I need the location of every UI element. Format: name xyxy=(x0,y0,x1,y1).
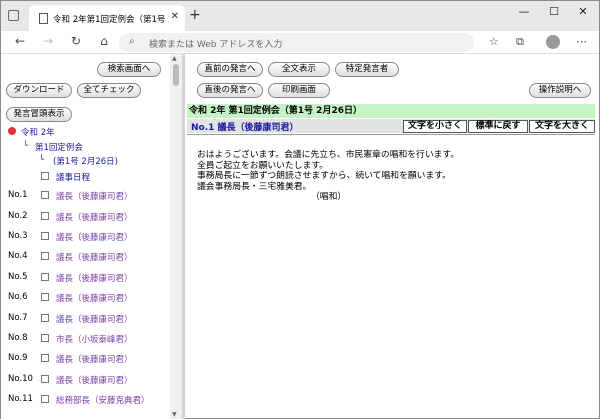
speech-line: 議会事務局長・三宅雅美君。 xyxy=(197,181,312,192)
row-number: No.7 xyxy=(8,313,28,323)
search-screen-button[interactable]: 検索画面へ xyxy=(97,62,161,77)
row-speaker-link[interactable]: 議長（後藤康司君） xyxy=(56,374,133,386)
maximize-button[interactable]: ☐ xyxy=(539,1,569,25)
specific-speaker-button[interactable]: 特定発言者 xyxy=(335,62,399,77)
row-speaker-link[interactable]: 議長（後藤康司君） xyxy=(56,272,133,284)
font-larger-button[interactable]: 文字を大きく xyxy=(529,120,595,133)
row-number: No.2 xyxy=(8,211,28,221)
row-checkbox[interactable] xyxy=(41,293,49,301)
help-button[interactable]: 操作説明へ xyxy=(529,83,591,98)
separator xyxy=(187,134,595,135)
speech-line: おはようございます。会議に先立ち、市民憲章の唱和を行います。 xyxy=(197,150,460,160)
left-frame: 検索画面へ ダウンロード 全てチェック 発言冒頭表示 令和 2年 └ 第1回定例… xyxy=(1,54,181,419)
tree-issue[interactable]: (第1号 2月26日) xyxy=(53,155,118,167)
speech-line: （唱和） xyxy=(311,192,347,202)
row-speaker-link[interactable]: 総務部長（安藤克典君） xyxy=(56,394,150,406)
row-number: No.9 xyxy=(8,353,28,363)
browser-toolbar: ← → ↻ ⌂ ⌕ 検索または Web アドレスを入力 ☆ ⧉ ⋯ xyxy=(1,31,599,54)
speech-line: 事務局長に一節ずつ朗読させますから、続いて唱和を願います。 xyxy=(197,171,451,181)
row-checkbox[interactable] xyxy=(41,232,49,240)
window-menu-icon[interactable] xyxy=(8,10,19,21)
page-favicon-icon xyxy=(39,13,48,24)
row-checkbox[interactable] xyxy=(41,273,49,281)
refresh-icon[interactable]: ↻ xyxy=(67,34,85,48)
row-checkbox[interactable] xyxy=(41,212,49,220)
current-speaker: No.1 議長（後藤康司君） xyxy=(191,123,299,133)
full-text-button[interactable]: 全文表示 xyxy=(268,62,330,77)
search-icon: ⌕ xyxy=(129,36,135,47)
tree-branch-icon: └ xyxy=(23,141,29,151)
row-number: No.1 xyxy=(8,190,28,200)
row-speaker-link[interactable]: 議長（後藤康司君） xyxy=(56,313,133,325)
check-all-button[interactable]: 全てチェック xyxy=(77,83,141,98)
scroll-down-icon[interactable]: ▼ xyxy=(172,411,177,418)
more-menu-icon[interactable]: ⋯ xyxy=(576,35,587,48)
tree-branch-icon: └ xyxy=(39,155,45,165)
tree-session[interactable]: 第1回定例会 xyxy=(35,141,83,153)
close-window-button[interactable]: ✕ xyxy=(568,1,598,25)
browser-window: 令和 2年第1回定例会（第1号 2月26 ✕ + — ☐ ✕ ← → ↻ ⌂ ⌕… xyxy=(0,0,600,419)
row-number: No.11 xyxy=(8,394,33,404)
row-speaker-link[interactable]: 議長（後藤康司君） xyxy=(56,353,133,365)
tree-era[interactable]: 令和 2年 xyxy=(21,126,55,138)
frame-divider[interactable] xyxy=(182,54,185,419)
row-checkbox[interactable] xyxy=(41,354,49,362)
scroll-thumb[interactable] xyxy=(173,64,179,86)
row-number: No.8 xyxy=(8,333,28,343)
row-speaker-link[interactable]: 議長（後藤康司君） xyxy=(56,211,133,223)
prev-speech-button[interactable]: 直前の発言へ xyxy=(197,62,263,77)
tab-close-icon[interactable]: ✕ xyxy=(171,11,179,22)
tree-expand-icon[interactable] xyxy=(8,127,16,135)
tree-agenda[interactable]: 議事日程 xyxy=(56,171,90,183)
font-normal-button[interactable]: 標準に戻す xyxy=(468,120,528,133)
print-screen-button[interactable]: 印刷画面 xyxy=(268,83,330,98)
row-speaker-link[interactable]: 議長（後藤康司君） xyxy=(56,292,133,304)
row-number: No.10 xyxy=(8,374,33,384)
meeting-header: 令和 2年 第1回定例会（第1号 2月26日） xyxy=(187,104,595,118)
scroll-up-icon[interactable]: ▲ xyxy=(172,55,177,62)
row-checkbox[interactable] xyxy=(41,375,49,383)
row-checkbox[interactable] xyxy=(41,252,49,260)
profile-avatar[interactable] xyxy=(546,35,560,49)
row-speaker-link[interactable]: 市長（小坂泰峰君） xyxy=(56,333,133,345)
address-placeholder: 検索または Web アドレスを入力 xyxy=(149,40,283,50)
new-tab-button[interactable]: + xyxy=(189,7,201,23)
tab-bar: 令和 2年第1回定例会（第1号 2月26 ✕ + — ☐ ✕ xyxy=(1,1,599,31)
tab-active[interactable]: 令和 2年第1回定例会（第1号 2月26 ✕ xyxy=(29,5,185,31)
font-smaller-button[interactable]: 文字を小さく xyxy=(403,120,467,133)
row-number: No.6 xyxy=(8,292,28,302)
row-number: No.5 xyxy=(8,272,28,282)
minimize-button[interactable]: — xyxy=(509,1,539,25)
tab-title: 令和 2年第1回定例会（第1号 2月26 xyxy=(53,15,169,25)
forward-icon[interactable]: → xyxy=(39,34,57,48)
row-checkbox[interactable] xyxy=(41,191,49,199)
row-checkbox[interactable] xyxy=(41,395,49,403)
speech-text: おはようございます。会議に先立ち、市民憲章の唱和を行います。 全員ご起立をお願い… xyxy=(197,150,459,203)
address-bar[interactable]: ⌕ 検索または Web アドレスを入力 xyxy=(119,33,474,52)
speech-line: 全員ご起立をお願いいたします。 xyxy=(197,160,329,171)
back-icon[interactable]: ← xyxy=(11,34,29,48)
favorites-icon[interactable]: ☆ xyxy=(489,35,499,48)
left-scrollbar[interactable]: ▲ ▼ xyxy=(170,54,182,419)
row-speaker-link[interactable]: 議長（後藤康司君） xyxy=(56,231,133,243)
home-icon[interactable]: ⌂ xyxy=(95,34,113,48)
agenda-checkbox[interactable] xyxy=(41,172,49,180)
row-number: No.3 xyxy=(8,231,28,241)
row-speaker-link[interactable]: 議長（後藤康司君） xyxy=(56,251,133,263)
row-checkbox[interactable] xyxy=(41,314,49,322)
row-checkbox[interactable] xyxy=(41,334,49,342)
speaker-list-button[interactable]: 発言冒頭表示 xyxy=(6,107,72,122)
row-number: No.4 xyxy=(8,251,28,261)
row-speaker-link[interactable]: 議長（後藤康司君） xyxy=(56,190,133,202)
next-speech-button[interactable]: 直後の発言へ xyxy=(197,83,263,98)
download-button[interactable]: ダウンロード xyxy=(6,83,72,98)
collections-icon[interactable]: ⧉ xyxy=(516,35,524,49)
